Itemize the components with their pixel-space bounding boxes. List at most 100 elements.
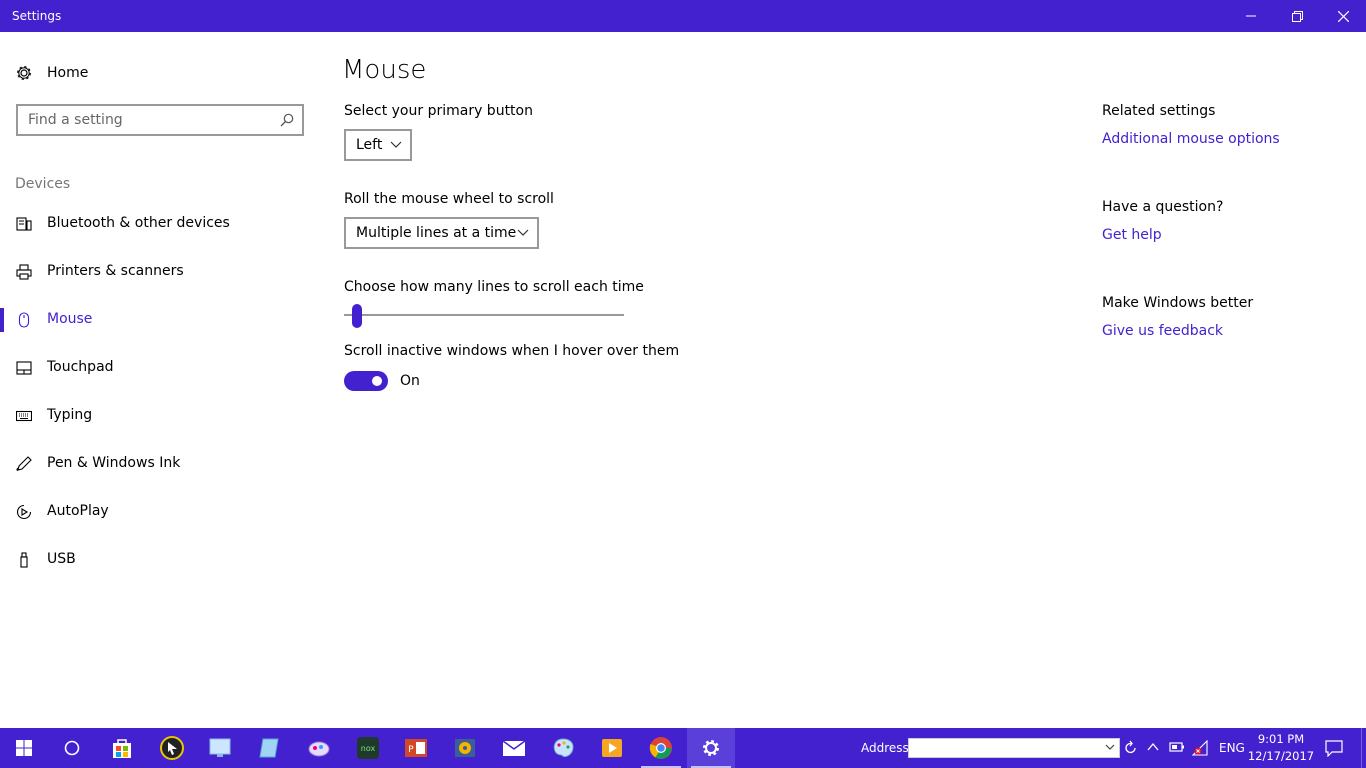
nox-icon: nox: [357, 737, 379, 759]
battery-icon[interactable]: [1169, 741, 1185, 753]
keyboard-icon: [16, 410, 32, 422]
taskbar-app-palette[interactable]: [539, 728, 587, 768]
start-button[interactable]: [0, 728, 48, 768]
minimize-icon: [1246, 15, 1256, 17]
chevron-down-icon: [390, 141, 402, 148]
sidebar-item-autoplay[interactable]: AutoPlay: [0, 492, 320, 532]
toggle-knob: [372, 376, 382, 386]
additional-mouse-options-link[interactable]: Additional mouse options: [1102, 131, 1280, 147]
lines-scroll-label: Choose how many lines to scroll each tim…: [344, 279, 644, 295]
chevron-down-icon: [517, 229, 529, 236]
dropdown-value: Multiple lines at a time: [356, 225, 517, 241]
clock-time: 9:01 PM: [1257, 732, 1305, 746]
chrome-icon: [649, 737, 672, 759]
primary-button-dropdown[interactable]: Left: [344, 129, 412, 161]
sidebar-item-label: Bluetooth & other devices: [47, 215, 230, 231]
media-player-icon: [455, 739, 475, 757]
restore-button[interactable]: [1274, 0, 1320, 32]
related-settings-heading: Related settings: [1102, 103, 1216, 119]
chevron-up-icon[interactable]: [1147, 743, 1159, 751]
taskbar-app-media[interactable]: [441, 728, 489, 768]
lines-scroll-slider[interactable]: [344, 314, 624, 316]
window-title: Settings: [12, 9, 62, 23]
refresh-icon[interactable]: [1123, 738, 1139, 758]
taskbar-app-remote[interactable]: [196, 728, 244, 768]
windows-logo-icon: [16, 740, 32, 756]
home-label: Home: [47, 65, 89, 81]
sidebar: Home Find a setting Devices Bluetooth & …: [0, 32, 320, 728]
close-icon: [1337, 10, 1349, 22]
mouse-icon: [18, 312, 30, 328]
autoplay-icon: [16, 504, 32, 520]
taskbar-app-ppt[interactable]: P: [392, 728, 440, 768]
taskbar: nox P Address ENG 9:01 PM 12/17/2017: [0, 728, 1366, 768]
feedback-heading: Make Windows better: [1102, 295, 1254, 311]
printer-icon: [16, 264, 32, 280]
cortana-button[interactable]: [48, 728, 96, 768]
cursor-app-icon: [160, 736, 184, 760]
sidebar-item-label: Pen & Windows Ink: [47, 455, 181, 471]
clock[interactable]: 9:01 PM 12/17/2017: [1244, 731, 1318, 765]
paint-tool-icon: [308, 741, 330, 757]
search-box[interactable]: Find a setting: [16, 104, 304, 136]
sidebar-item-usb[interactable]: USB: [0, 540, 320, 580]
bluetooth-devices-icon: [16, 217, 32, 231]
title-bar: Settings: [0, 0, 1366, 32]
minimize-button[interactable]: [1228, 0, 1274, 32]
primary-button-label: Select your primary button: [344, 103, 533, 119]
restore-icon: [1291, 10, 1303, 22]
store-icon: [113, 739, 131, 758]
page-title: Mouse: [342, 55, 427, 85]
gear-icon: [17, 66, 31, 80]
remote-desktop-icon: [209, 738, 231, 757]
show-desktop-button[interactable]: [1361, 728, 1366, 768]
taskbar-app-mail[interactable]: [490, 728, 538, 768]
address-label: Address: [861, 741, 909, 755]
slider-thumb[interactable]: [352, 304, 363, 328]
taskbar-app-chrome[interactable]: [637, 728, 685, 768]
mail-icon: [502, 740, 526, 756]
toggle-state-label: On: [400, 373, 420, 389]
sidebar-item-mouse[interactable]: Mouse: [0, 300, 320, 340]
get-help-link[interactable]: Get help: [1102, 227, 1162, 243]
taskbar-app-video[interactable]: [588, 728, 636, 768]
close-button[interactable]: [1320, 0, 1366, 32]
sidebar-item-touchpad[interactable]: Touchpad: [0, 348, 320, 388]
sidebar-item-label: Mouse: [47, 311, 93, 327]
active-indicator: [0, 308, 4, 332]
dropdown-value: Left: [356, 137, 383, 153]
sidebar-item-label: Touchpad: [47, 359, 114, 375]
taskbar-store[interactable]: [98, 728, 146, 768]
language-indicator[interactable]: ENG: [1219, 741, 1245, 755]
presentation-icon: P: [405, 739, 427, 757]
wheel-scroll-dropdown[interactable]: Multiple lines at a time: [344, 217, 539, 249]
network-icon[interactable]: [1192, 740, 1210, 756]
search-icon[interactable]: [280, 113, 294, 127]
taskbar-app-notes[interactable]: [245, 728, 293, 768]
notifications-icon[interactable]: [1325, 740, 1343, 757]
notes-icon: [259, 738, 279, 758]
search-input[interactable]: Find a setting: [28, 112, 123, 128]
clock-date: 12/17/2017: [1247, 749, 1315, 763]
svg-text:P: P: [408, 745, 414, 755]
taskbar-app-settings[interactable]: [687, 728, 735, 768]
touchpad-icon: [16, 361, 32, 375]
sidebar-item-bluetooth[interactable]: Bluetooth & other devices: [0, 204, 320, 244]
taskbar-app-cursor[interactable]: [148, 728, 196, 768]
sidebar-item-label: Printers & scanners: [47, 263, 184, 279]
address-input[interactable]: [908, 738, 1120, 758]
inactive-scroll-toggle[interactable]: [344, 371, 388, 391]
give-feedback-link[interactable]: Give us feedback: [1102, 323, 1223, 339]
inactive-scroll-label: Scroll inactive windows when I hover ove…: [344, 343, 680, 359]
question-heading: Have a question?: [1102, 199, 1224, 215]
sidebar-item-printers[interactable]: Printers & scanners: [0, 252, 320, 292]
sidebar-item-typing[interactable]: Typing: [0, 396, 320, 436]
chevron-down-icon[interactable]: [1105, 744, 1115, 751]
taskbar-app-paint[interactable]: [295, 728, 343, 768]
sidebar-item-label: AutoPlay: [47, 503, 109, 519]
sidebar-item-pen[interactable]: Pen & Windows Ink: [0, 444, 320, 484]
taskbar-app-nox[interactable]: nox: [344, 728, 392, 768]
sidebar-item-label: USB: [47, 551, 76, 567]
palette-icon: [553, 738, 574, 758]
home-link[interactable]: Home: [15, 62, 215, 84]
